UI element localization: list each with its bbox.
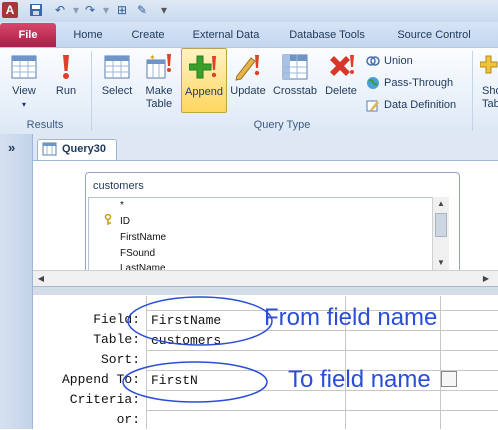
make-table-label-line1: Make bbox=[145, 85, 173, 97]
crosstab-label: Crosstab bbox=[272, 85, 318, 97]
tab-database-tools[interactable]: Database Tools bbox=[280, 24, 374, 46]
delete-label: Delete bbox=[325, 85, 357, 97]
ribbon-separator bbox=[472, 51, 473, 131]
redo-dropdown-icon[interactable]: ▾ bbox=[98, 3, 114, 18]
run-button[interactable]: Run bbox=[48, 48, 84, 114]
crosstab-grid-icon bbox=[280, 52, 310, 82]
delete-x-icon bbox=[326, 52, 356, 82]
horizontal-scrollbar[interactable]: ◀ ▶ bbox=[33, 270, 498, 287]
show-table-label-line1: Sho bbox=[482, 85, 498, 97]
append-label: Append bbox=[185, 86, 223, 98]
union-label: Union bbox=[384, 55, 413, 67]
row-label-or: or: bbox=[116, 412, 140, 427]
redo-icon[interactable]: ↷ bbox=[82, 3, 98, 18]
navigation-pane-collapsed[interactable] bbox=[0, 134, 33, 429]
show-table-plus-icon bbox=[479, 52, 498, 82]
view-label: View bbox=[12, 85, 36, 97]
grid-row-line bbox=[146, 410, 498, 411]
tab-create[interactable]: Create bbox=[122, 24, 174, 46]
update-button[interactable]: Update bbox=[228, 48, 268, 114]
tools-icon[interactable]: ✎ bbox=[134, 3, 150, 18]
make-table-label-line2: Table bbox=[145, 98, 173, 110]
data-definition-icon bbox=[366, 98, 380, 112]
pass-through-button[interactable]: Pass-Through bbox=[366, 74, 453, 92]
run-exclamation-icon bbox=[51, 52, 81, 82]
select-query-icon bbox=[102, 52, 132, 82]
run-label: Run bbox=[55, 85, 77, 97]
customize-qat-icon[interactable]: ▾ bbox=[156, 3, 172, 18]
select-button[interactable]: Select bbox=[97, 48, 137, 114]
table-box-title: customers bbox=[93, 180, 144, 192]
append-plus-icon bbox=[188, 53, 219, 83]
datasheet-view-icon bbox=[9, 52, 39, 82]
quick-access-extra-icon[interactable]: ⊞ bbox=[114, 3, 130, 18]
document-tab-label: Query30 bbox=[62, 143, 107, 155]
delete-button[interactable]: Delete bbox=[322, 48, 360, 114]
globe-icon bbox=[366, 76, 380, 90]
scroll-down-icon[interactable]: ▼ bbox=[433, 256, 449, 270]
crosstab-button[interactable]: Crosstab bbox=[271, 48, 319, 114]
make-table-icon: ✶ bbox=[144, 52, 174, 82]
tab-file[interactable]: File bbox=[0, 23, 56, 47]
tab-source-control[interactable]: Source Control bbox=[386, 24, 482, 46]
union-rings-icon bbox=[366, 54, 380, 68]
field-list-item[interactable]: ID bbox=[120, 214, 130, 229]
scroll-left-icon[interactable]: ◀ bbox=[33, 272, 49, 286]
union-button[interactable]: Union bbox=[366, 52, 413, 70]
results-group-label: Results bbox=[26, 119, 64, 131]
append-button[interactable]: Append bbox=[181, 48, 227, 113]
undo-icon[interactable]: ↶ bbox=[52, 3, 68, 18]
data-definition-button[interactable]: Data Definition bbox=[366, 96, 456, 114]
annotation-ellipse-to bbox=[122, 361, 268, 403]
field-list-item[interactable]: FirstName bbox=[120, 230, 166, 245]
primary-key-icon bbox=[104, 213, 114, 229]
tab-external-data[interactable]: External Data bbox=[184, 24, 268, 46]
scroll-thumb[interactable] bbox=[435, 213, 447, 237]
view-button[interactable]: View ▾ bbox=[4, 48, 44, 114]
field-list-scrollbar[interactable]: ▲ ▼ bbox=[432, 197, 449, 270]
annotation-to-field-name: To field name bbox=[288, 366, 431, 393]
show-checkbox[interactable] bbox=[441, 371, 457, 387]
expand-nav-pane-icon[interactable]: » bbox=[8, 140, 15, 155]
access-logo-icon[interactable]: A bbox=[2, 2, 18, 18]
tab-home[interactable]: Home bbox=[64, 24, 112, 46]
svg-text:✶: ✶ bbox=[149, 53, 156, 62]
data-definition-label: Data Definition bbox=[384, 99, 457, 111]
annotation-from-field-name: From field name bbox=[264, 304, 438, 331]
field-list-item[interactable]: * bbox=[120, 198, 124, 213]
update-pencil-icon bbox=[233, 52, 263, 82]
save-icon[interactable] bbox=[28, 3, 44, 18]
make-table-button[interactable]: ✶ Make Table bbox=[140, 48, 178, 114]
pass-through-label: Pass-Through bbox=[384, 77, 454, 89]
update-label: Update bbox=[230, 85, 266, 97]
scroll-right-icon[interactable]: ▶ bbox=[478, 272, 494, 286]
query-icon bbox=[42, 142, 58, 159]
field-list-item[interactable]: LastName bbox=[120, 262, 166, 270]
show-table-label-line2: Tab bbox=[482, 98, 498, 110]
view-dropdown-icon: ▾ bbox=[21, 100, 26, 109]
scroll-up-icon[interactable]: ▲ bbox=[433, 197, 449, 211]
select-label: Select bbox=[101, 85, 133, 97]
show-table-button[interactable]: Sho Tab bbox=[476, 48, 498, 114]
query-type-group-label: Query Type bbox=[253, 119, 311, 131]
annotation-ellipse-from bbox=[127, 296, 273, 346]
field-list-item[interactable]: FSound bbox=[120, 246, 155, 261]
